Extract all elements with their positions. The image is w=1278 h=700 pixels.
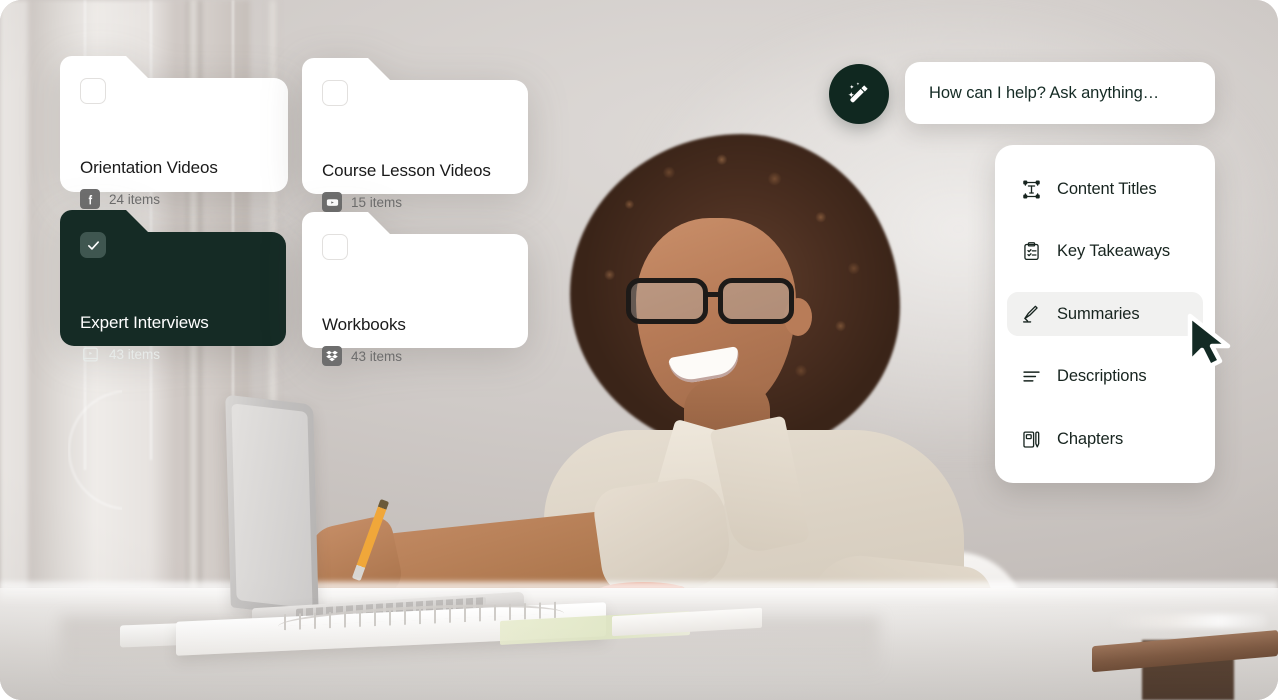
menu-item-label: Key Takeaways (1057, 242, 1171, 260)
folder-title: Expert Interviews (80, 313, 209, 332)
video-library-icon (80, 344, 100, 364)
assistant-prompt-placeholder: How can I help? Ask anything… (929, 83, 1160, 102)
menu-item-chapters[interactable]: Chapters (1007, 417, 1203, 461)
folder-card-workbooks[interactable]: Workbooks 43 items (302, 212, 528, 366)
wood-table (1078, 622, 1278, 700)
folder-title: Orientation Videos (80, 158, 218, 177)
screenshot-canvas: Orientation Videos 24 items Course Lesso… (0, 0, 1278, 700)
check-icon (87, 240, 99, 250)
menu-item-label: Chapters (1057, 429, 1124, 448)
folder-meta: 43 items (322, 346, 402, 366)
desk-edge (0, 582, 1278, 604)
clipboard-check-icon (1019, 240, 1043, 264)
folder-card-orientation-videos[interactable]: Orientation Videos 24 items (60, 56, 288, 209)
folder-card-expert-interviews[interactable]: Expert Interviews 43 items (60, 210, 286, 362)
highlighter-icon (1019, 302, 1043, 326)
menu-item-label: Content Titles (1057, 179, 1157, 198)
menu-item-content-titles[interactable]: Content Titles (1007, 167, 1203, 211)
assistant-prompt-input[interactable]: How can I help? Ask anything… (905, 62, 1215, 124)
folder-checkbox[interactable] (322, 80, 348, 106)
menu-item-label: Descriptions (1057, 367, 1147, 385)
folder-title: Workbooks (322, 315, 406, 334)
folder-meta: 15 items (322, 192, 402, 212)
menu-item-summaries[interactable]: Summaries (1007, 292, 1203, 336)
folder-card-course-lesson-videos[interactable]: Course Lesson Videos 15 items (302, 58, 528, 212)
folder-checkbox[interactable] (322, 234, 348, 260)
folder-checkbox[interactable] (80, 78, 106, 104)
folder-title: Course Lesson Videos (322, 161, 491, 180)
folder-meta: 43 items (80, 344, 160, 364)
magic-wand-sparkle-icon[interactable] (829, 64, 889, 124)
folder-meta: 24 items (80, 189, 160, 209)
laptop-screen-inner (231, 403, 313, 609)
laptop-screen (225, 394, 319, 618)
menu-item-label: Summaries (1057, 304, 1140, 323)
text-lines-icon (1019, 365, 1043, 389)
menu-item-descriptions[interactable]: Descriptions (1007, 355, 1203, 399)
mouse-cursor-arrow (1186, 312, 1232, 374)
lens-left (626, 278, 708, 324)
facebook-icon (80, 189, 100, 209)
folder-item-count: 43 items (109, 346, 161, 362)
lens-right (718, 278, 794, 324)
dropbox-icon (322, 346, 342, 366)
folder-item-count: 43 items (351, 348, 403, 364)
eyeglasses (626, 278, 816, 324)
background-white-strip (1108, 614, 1268, 628)
folder-checkbox-checked[interactable] (80, 232, 106, 258)
assistant-action-menu: Content Titles Key Takeaways Summaries D… (995, 145, 1215, 483)
folder-item-count: 24 items (109, 191, 161, 207)
youtube-icon (322, 192, 342, 212)
text-frame-icon (1019, 177, 1043, 201)
menu-item-key-takeaways[interactable]: Key Takeaways (1007, 230, 1203, 274)
book-pen-icon (1019, 427, 1043, 451)
folder-item-count: 15 items (351, 194, 403, 210)
